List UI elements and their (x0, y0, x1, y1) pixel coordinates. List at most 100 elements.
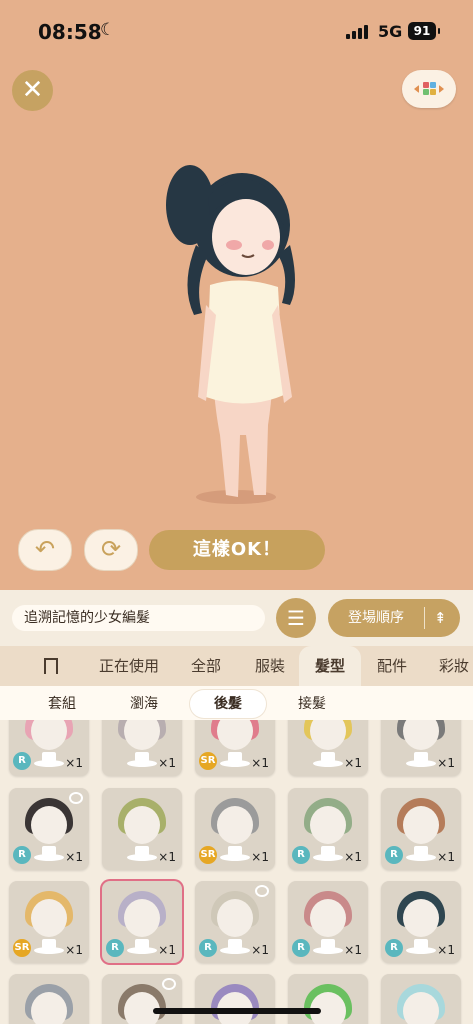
tab-hairstyle[interactable]: 髮型 (299, 646, 361, 686)
tab-accessories[interactable]: 配件 (368, 646, 416, 686)
avatar-figure (166, 165, 295, 504)
sliders-icon: ☰ (287, 606, 305, 630)
mannequin-head (217, 806, 253, 844)
network-label: 5G (378, 22, 403, 41)
battery-icon: 91 (408, 22, 440, 40)
hair-item-card[interactable] (9, 974, 89, 1024)
hair-item-card[interactable] (381, 974, 461, 1024)
mannequin-head (403, 899, 439, 937)
signal-icon (346, 25, 372, 39)
item-grid: R ×1 ×1 SR ×1 ×1 ×1 R ×1 ×1 SR ×1 R ×1 R ×1 SR ×1 R ×1 R ×1 R ×… (0, 720, 473, 1024)
subtab-back-hair[interactable]: 後髮 (190, 690, 266, 718)
mannequin-head (124, 899, 160, 937)
hair-item-card[interactable]: ×1 (288, 720, 368, 776)
hair-item-card[interactable] (195, 974, 275, 1024)
sort-button[interactable]: 登場順序 ⇞ (328, 599, 460, 637)
mannequin-stand (34, 939, 64, 954)
subtab-bangs[interactable]: 瀏海 (108, 690, 180, 718)
mannequin-stand (127, 939, 157, 954)
rarity-badge: R (106, 939, 124, 957)
hair-item-card[interactable]: SR ×1 (195, 720, 275, 776)
home-indicator (153, 1008, 321, 1014)
close-button[interactable]: ✕ (12, 70, 53, 111)
mannequin-head (403, 992, 439, 1024)
tab-all[interactable]: 全部 (182, 646, 230, 686)
undo-icon: ↶ (34, 535, 56, 563)
tab-clothing[interactable]: 服裝 (246, 646, 294, 686)
hair-item-card[interactable]: R ×1 (381, 788, 461, 870)
hair-item-card[interactable]: R ×1 (288, 881, 368, 963)
hair-item-card[interactable] (288, 974, 368, 1024)
undo-button[interactable]: ↶ (18, 529, 72, 571)
tab-in-use[interactable]: 正在使用 (95, 646, 163, 686)
hair-item-card[interactable]: R ×1 (9, 788, 89, 870)
mannequin-head (31, 720, 67, 750)
item-count: ×1 (158, 756, 176, 770)
hair-item-card[interactable] (102, 974, 182, 1024)
hair-item-card[interactable]: R ×1 (381, 881, 461, 963)
item-count: ×1 (344, 943, 362, 957)
refresh-icon: ⟳ (100, 535, 122, 563)
mannequin-head (403, 720, 439, 750)
mannequin-stand (220, 939, 250, 954)
mannequin-stand (313, 939, 343, 954)
mannequin-head (31, 992, 67, 1024)
mannequin-stand (220, 846, 250, 861)
item-name-field: 追溯記憶的少女編髮 (12, 605, 265, 631)
subtab-extensions[interactable]: 接髮 (276, 690, 348, 718)
bookmark-icon[interactable] (44, 658, 58, 679)
item-count: ×1 (65, 943, 83, 957)
layout-toggle-button[interactable] (402, 70, 456, 108)
close-icon: ✕ (21, 75, 44, 105)
mannequin-head (217, 899, 253, 937)
rarity-badge: R (292, 939, 310, 957)
hairstyle-subtabs: 套組 瀏海 後髮 接髮 (0, 686, 473, 720)
status-time: 08:58 (38, 20, 102, 44)
status-bar: 08:58 ☾ 5G 91 (0, 0, 473, 60)
hair-item-card[interactable]: R ×1 (195, 881, 275, 963)
item-count: ×1 (158, 943, 176, 957)
rarity-badge: R (13, 752, 31, 770)
mannequin-head (310, 806, 346, 844)
hair-item-card[interactable]: SR ×1 (195, 788, 275, 870)
rarity-badge: R (199, 939, 217, 957)
mannequin-head (124, 806, 160, 844)
item-count: ×1 (65, 756, 83, 770)
hair-item-card[interactable]: R ×1 (102, 881, 182, 963)
mannequin-head (217, 720, 253, 750)
mannequin-stand (34, 752, 64, 767)
mannequin-head (124, 720, 160, 750)
hair-item-card[interactable]: ×1 (102, 720, 182, 776)
mannequin-stand (220, 752, 250, 767)
mannequin-head (310, 720, 346, 750)
item-count: ×1 (251, 756, 269, 770)
mannequin-stand (127, 846, 157, 861)
rarity-badge: SR (199, 846, 217, 864)
mannequin-head (31, 899, 67, 937)
hair-item-card[interactable]: SR ×1 (9, 881, 89, 963)
tab-makeup[interactable]: 彩妝 (430, 646, 473, 686)
sort-order-icon: ⇞ (434, 609, 447, 627)
item-count: ×1 (158, 850, 176, 864)
filter-button[interactable]: ☰ (276, 598, 316, 638)
mannequin-head (403, 806, 439, 844)
hair-item-card[interactable]: R ×1 (288, 788, 368, 870)
bear-icon (69, 792, 83, 804)
mannequin-stand (127, 752, 157, 767)
item-count: ×1 (344, 756, 362, 770)
mannequin-stand (313, 752, 343, 767)
subtab-set[interactable]: 套組 (26, 690, 98, 718)
randomize-button[interactable]: ⟳ (84, 529, 138, 571)
hair-item-card[interactable]: ×1 (381, 720, 461, 776)
bear-icon (162, 978, 176, 990)
hair-item-card[interactable]: R ×1 (9, 720, 89, 776)
item-count: ×1 (344, 850, 362, 864)
confirm-button[interactable]: 這樣OK！ (149, 530, 325, 570)
item-count: ×1 (65, 850, 83, 864)
mannequin-head (310, 899, 346, 937)
hair-item-card[interactable]: ×1 (102, 788, 182, 870)
item-count: ×1 (251, 943, 269, 957)
sort-label: 登場順序 (348, 610, 404, 626)
category-tabs: 正在使用 全部 服裝 髮型 配件 彩妝 (0, 646, 473, 686)
mannequin-stand (406, 752, 436, 767)
